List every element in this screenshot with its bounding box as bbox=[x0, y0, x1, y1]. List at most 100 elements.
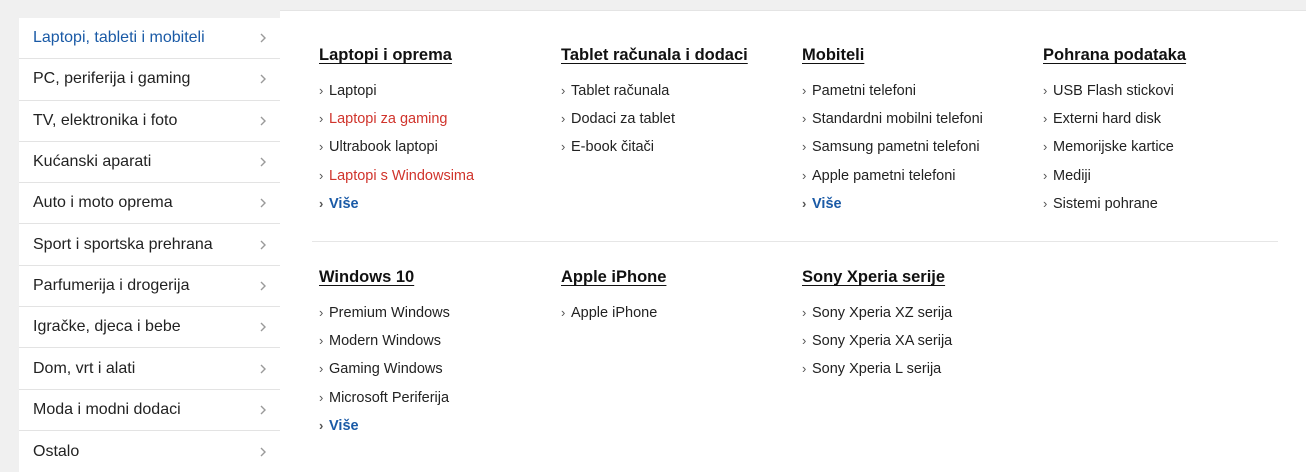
arrow-right-icon: › bbox=[802, 361, 807, 377]
column-heading[interactable]: Pohrana podataka bbox=[1043, 45, 1186, 65]
chevron-right-icon bbox=[256, 279, 270, 293]
menu-column-pohrana: Pohrana podataka › USB Flash stickovi › Ex… bbox=[1043, 45, 1186, 218]
menu-link[interactable]: › Microsoft Periferija bbox=[319, 384, 450, 412]
sidebar-item-label: Sport i sportska prehrana bbox=[33, 235, 213, 253]
sidebar-item-label: PC, periferija i gaming bbox=[33, 70, 191, 88]
more-link[interactable]: › Više bbox=[319, 412, 450, 440]
chevron-right-icon bbox=[256, 114, 270, 128]
arrow-right-icon: › bbox=[802, 305, 807, 320]
arrow-right-icon: › bbox=[319, 305, 324, 320]
sidebar-item-laptopi-tableti-mobiteli[interactable]: Laptopi, tableti i mobiteli bbox=[19, 18, 280, 60]
menu-link[interactable]: › USB Flash stickovi bbox=[1043, 77, 1186, 105]
sidebar-item-label: Moda i modni dodaci bbox=[33, 400, 181, 418]
chevron-right-icon bbox=[256, 196, 270, 210]
menu-link[interactable]: › Sony Xperia XA serija bbox=[802, 327, 952, 355]
menu-link[interactable]: › Laptopi za gaming bbox=[319, 105, 474, 133]
menu-column-windows10: Windows 10 › Premium Windows › Modern Wind… bbox=[319, 267, 450, 440]
menu-column-mobiteli: Mobiteli › Pametni telefoni › Standardni m… bbox=[802, 45, 983, 218]
sidebar-item-label: Ostalo bbox=[33, 442, 80, 460]
menu-link[interactable]: › Laptopi s Windowsima bbox=[319, 162, 474, 190]
menu-link[interactable]: › Mediji bbox=[1043, 162, 1186, 190]
arrow-right-icon: › bbox=[1043, 139, 1048, 155]
chevron-right-icon bbox=[256, 155, 270, 169]
sidebar-item-auto-moto[interactable]: Auto i moto oprema bbox=[19, 183, 280, 225]
arrow-right-icon: › bbox=[561, 305, 566, 320]
menu-link[interactable]: › Samsung pametni telefoni bbox=[802, 133, 983, 161]
menu-column-laptopi-oprema: Laptopi i oprema › Laptopi › Laptopi za ga… bbox=[319, 45, 474, 218]
menu-link[interactable]: › Dodaci za tablet bbox=[561, 105, 748, 133]
sidebar-item-dom-vrt[interactable]: Dom, vrt i alati bbox=[19, 348, 280, 390]
arrow-right-icon: › bbox=[802, 83, 807, 98]
sidebar-item-kucanski-aparati[interactable]: Kućanski aparati bbox=[19, 142, 280, 184]
menu-link[interactable]: › Pametni telefoni bbox=[802, 77, 983, 105]
sidebar-item-label: Dom, vrt i alati bbox=[33, 359, 136, 377]
chevron-right-icon bbox=[256, 362, 270, 376]
arrow-right-icon: › bbox=[319, 361, 324, 377]
sidebar-item-label: TV, elektronika i foto bbox=[33, 111, 178, 129]
arrow-right-icon: › bbox=[802, 139, 807, 155]
sidebar-item-sport[interactable]: Sport i sportska prehrana bbox=[19, 224, 280, 266]
section-divider bbox=[312, 241, 1278, 242]
sidebar-item-moda[interactable]: Moda i modni dodaci bbox=[19, 390, 280, 431]
arrow-right-icon: › bbox=[802, 167, 807, 183]
menu-column-sony-xperia: Sony Xperia serije › Sony Xperia XZ serij… bbox=[802, 267, 952, 384]
chevron-right-icon bbox=[256, 403, 270, 417]
column-heading[interactable]: Tablet računala i dodaci bbox=[561, 45, 748, 65]
sidebar-item-ostalo[interactable]: Ostalo bbox=[19, 431, 280, 472]
column-heading[interactable]: Mobiteli bbox=[802, 45, 983, 65]
arrow-right-icon: › bbox=[1043, 83, 1048, 98]
column-heading[interactable]: Windows 10 bbox=[319, 267, 450, 287]
menu-link[interactable]: › E-book čitači bbox=[561, 133, 748, 161]
sidebar-item-label: Parfumerija i drogerija bbox=[33, 276, 190, 294]
column-heading[interactable]: Sony Xperia serije bbox=[802, 267, 952, 287]
category-sidebar: Laptopi, tableti i mobiteli PC, periferi… bbox=[19, 18, 280, 472]
arrow-right-icon: › bbox=[319, 389, 324, 405]
more-link[interactable]: › Više bbox=[802, 190, 983, 218]
menu-link[interactable]: › Laptopi bbox=[319, 77, 474, 105]
mega-menu-panel: Laptopi i oprema › Laptopi › Laptopi za ga… bbox=[280, 10, 1306, 472]
arrow-right-icon: › bbox=[561, 139, 566, 155]
chevron-right-icon bbox=[256, 320, 270, 334]
menu-link[interactable]: › Standardni mobilni telefoni bbox=[802, 105, 983, 133]
arrow-right-icon: › bbox=[319, 195, 324, 211]
menu-link[interactable]: › Premium Windows bbox=[319, 299, 450, 327]
menu-link[interactable]: › Sony Xperia XZ serija bbox=[802, 299, 952, 327]
chevron-right-icon bbox=[256, 238, 270, 252]
menu-link[interactable]: › Memorijske kartice bbox=[1043, 133, 1186, 161]
arrow-right-icon: › bbox=[802, 333, 807, 349]
arrow-right-icon: › bbox=[319, 111, 324, 127]
chevron-right-icon bbox=[256, 72, 270, 86]
menu-link[interactable]: › Ultrabook laptopi bbox=[319, 133, 474, 161]
column-heading[interactable]: Laptopi i oprema bbox=[319, 45, 474, 65]
arrow-right-icon: › bbox=[319, 417, 324, 433]
menu-column-apple-iphone: Apple iPhone › Apple iPhone bbox=[561, 267, 666, 327]
menu-link[interactable]: › Apple pametni telefoni bbox=[802, 162, 983, 190]
menu-link[interactable]: › Tablet računala bbox=[561, 77, 748, 105]
arrow-right-icon: › bbox=[319, 139, 324, 155]
menu-link[interactable]: › Sony Xperia L serija bbox=[802, 355, 952, 383]
sidebar-item-pc-periferija-gaming[interactable]: PC, periferija i gaming bbox=[19, 59, 280, 101]
menu-link[interactable]: › Modern Windows bbox=[319, 327, 450, 355]
menu-link[interactable]: › Externi hard disk bbox=[1043, 105, 1186, 133]
sidebar-item-igracke[interactable]: Igračke, djeca i bebe bbox=[19, 307, 280, 349]
arrow-right-icon: › bbox=[1043, 167, 1048, 183]
chevron-right-icon bbox=[256, 445, 270, 459]
column-heading[interactable]: Apple iPhone bbox=[561, 267, 666, 287]
more-link[interactable]: › Više bbox=[319, 190, 474, 218]
page: Laptopi, tableti i mobiteli PC, periferi… bbox=[0, 0, 1306, 472]
sidebar-item-label: Igračke, djeca i bebe bbox=[33, 318, 181, 336]
menu-link[interactable]: › Gaming Windows bbox=[319, 355, 450, 383]
arrow-right-icon: › bbox=[319, 333, 324, 349]
arrow-right-icon: › bbox=[561, 111, 566, 127]
menu-link[interactable]: › Sistemi pohrane bbox=[1043, 190, 1186, 218]
menu-link[interactable]: › Apple iPhone bbox=[561, 299, 666, 327]
sidebar-item-label: Kućanski aparati bbox=[33, 153, 152, 171]
arrow-right-icon: › bbox=[319, 83, 324, 98]
arrow-right-icon: › bbox=[802, 111, 807, 127]
sidebar-item-tv-elektronika-foto[interactable]: TV, elektronika i foto bbox=[19, 101, 280, 142]
menu-column-tablet: Tablet računala i dodaci › Tablet računal… bbox=[561, 45, 748, 162]
sidebar-item-label: Laptopi, tableti i mobiteli bbox=[33, 29, 205, 47]
arrow-right-icon: › bbox=[1043, 111, 1048, 127]
sidebar-item-parfumerija[interactable]: Parfumerija i drogerija bbox=[19, 266, 280, 308]
arrow-right-icon: › bbox=[802, 195, 807, 211]
